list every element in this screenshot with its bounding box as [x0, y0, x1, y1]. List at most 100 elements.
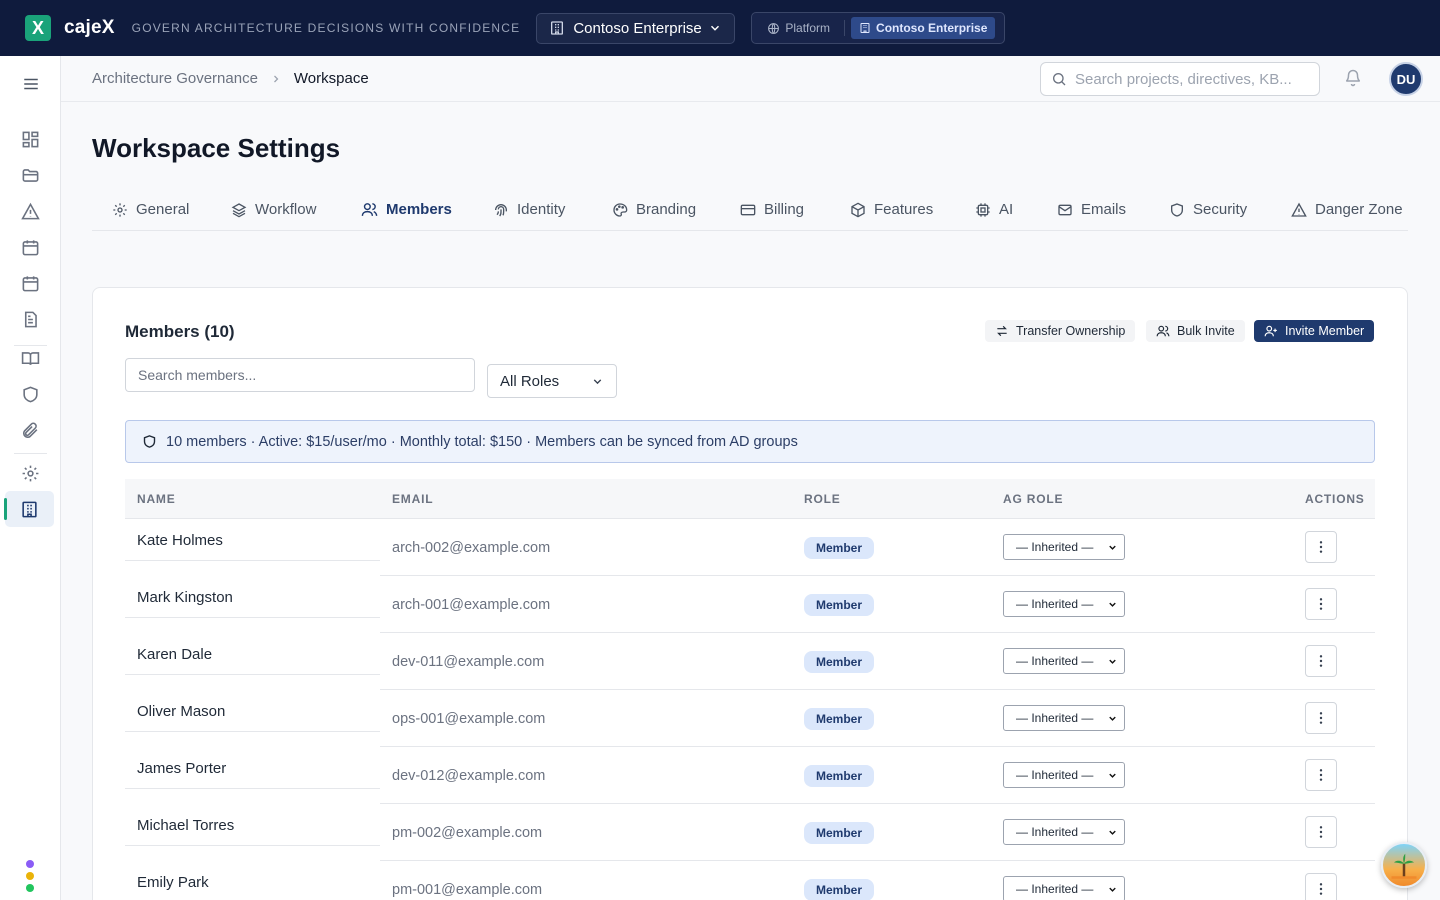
chip-icon: [976, 202, 990, 217]
member-name[interactable]: Karen Dale: [137, 646, 212, 663]
tab-label: Identity: [517, 201, 566, 218]
app-logo[interactable]: X: [25, 15, 51, 41]
paperclip-icon[interactable]: [0, 412, 61, 448]
chevron-down-icon: [1109, 659, 1116, 664]
members-table-header: NAME EMAIL ROLE AG ROLE ACTIONS: [125, 479, 1375, 519]
invite-member-button[interactable]: Invite Member: [1254, 320, 1375, 342]
building-icon: [860, 23, 870, 33]
bell-icon[interactable]: [1344, 69, 1362, 87]
row-actions-button[interactable]: [1305, 645, 1337, 677]
member-name[interactable]: Kate Holmes: [137, 532, 223, 549]
ag-role-select[interactable]: — Inherited —: [1003, 762, 1125, 788]
tab-label: Billing: [764, 201, 805, 218]
row-actions-button[interactable]: [1305, 531, 1337, 563]
context-org[interactable]: Contoso Enterprise: [851, 17, 996, 39]
alert-triangle-icon[interactable]: [0, 193, 61, 229]
warning-icon: [1291, 202, 1307, 217]
ag-role-value: — Inherited —: [1016, 597, 1094, 611]
name-cell: Karen Dale: [125, 633, 380, 675]
chevron-down-icon: [1109, 716, 1116, 721]
member-name[interactable]: Emily Park: [137, 874, 209, 891]
shield-icon: [143, 435, 156, 448]
row-actions-button[interactable]: [1305, 759, 1337, 791]
ag-role-select[interactable]: — Inherited —: [1003, 648, 1125, 674]
row-actions-button[interactable]: [1305, 588, 1337, 620]
member-search-input[interactable]: Search members...: [125, 358, 475, 392]
tab-ai[interactable]: AI: [975, 189, 1013, 230]
row-actions-button[interactable]: [1305, 702, 1337, 734]
tab-members[interactable]: Members: [361, 189, 452, 230]
tab-danger-zone[interactable]: Danger Zone: [1291, 189, 1403, 230]
ag-role-select[interactable]: — Inherited —: [1003, 876, 1125, 900]
breadcrumb-parent[interactable]: Architecture Governance: [92, 70, 258, 87]
book-icon[interactable]: [0, 340, 61, 376]
row-actions-button[interactable]: [1305, 816, 1337, 848]
member-email: pm-002@example.com: [392, 825, 543, 841]
billing-info-banner: 10 members · Active: $15/user/mo · Month…: [125, 420, 1375, 463]
member-name[interactable]: Oliver Mason: [137, 703, 225, 720]
member-name[interactable]: James Porter: [137, 760, 226, 777]
global-search-input[interactable]: Search projects, directives, KB...: [1040, 62, 1320, 96]
tab-label: AI: [999, 201, 1014, 218]
avatar[interactable]: DU: [1389, 62, 1423, 96]
col-ag-role[interactable]: AG ROLE: [1003, 492, 1063, 506]
col-role[interactable]: ROLE: [804, 492, 841, 506]
more-vertical-icon: [1319, 598, 1323, 610]
user-plus-icon: [1264, 325, 1277, 337]
transfer-ownership-button[interactable]: Transfer Ownership: [985, 320, 1136, 342]
ag-role-select[interactable]: — Inherited —: [1003, 591, 1125, 617]
layers-icon: [231, 202, 247, 217]
role-filter-value: All Roles: [500, 372, 560, 390]
role-badge: Member: [804, 822, 875, 844]
role-badge: Member: [804, 879, 875, 900]
col-email[interactable]: EMAIL: [392, 492, 433, 506]
tab-features[interactable]: Features: [850, 189, 933, 230]
ag-role-select[interactable]: — Inherited —: [1003, 705, 1125, 731]
tab-general[interactable]: General: [112, 189, 189, 230]
assistant-avatar-button[interactable]: [1381, 842, 1427, 888]
gear-icon[interactable]: [0, 455, 61, 491]
tab-workflow[interactable]: Workflow: [231, 189, 316, 230]
more-vertical-icon: [1319, 826, 1323, 838]
chevron-down-icon: [1109, 545, 1116, 550]
document-icon[interactable]: [0, 301, 61, 337]
calendar-grid-icon[interactable]: [0, 265, 61, 301]
context-platform[interactable]: Platform: [767, 21, 830, 35]
ag-role-value: — Inherited —: [1016, 654, 1094, 668]
tab-emails[interactable]: Emails: [1057, 189, 1126, 230]
shield-icon[interactable]: [0, 376, 61, 412]
tab-security[interactable]: Security: [1169, 189, 1247, 230]
menu-icon[interactable]: [0, 66, 61, 102]
globe-icon: [768, 22, 780, 34]
chevron-down-icon: [1109, 602, 1116, 607]
building-icon[interactable]: [4, 491, 54, 527]
top-bar: X cajeX GOVERN ARCHITECTURE DECISIONS WI…: [0, 0, 1440, 56]
member-email: pm-001@example.com: [392, 882, 543, 898]
calendar-icon[interactable]: [0, 229, 61, 265]
member-name[interactable]: Mark Kingston: [137, 589, 233, 606]
more-vertical-icon: [1319, 712, 1323, 724]
context-org-label: Contoso Enterprise: [876, 21, 988, 35]
more-vertical-icon: [1319, 541, 1323, 553]
tab-branding[interactable]: Branding: [612, 189, 696, 230]
col-name[interactable]: NAME: [137, 492, 176, 506]
tab-label: General: [136, 201, 190, 218]
palm-tree-icon: [1391, 853, 1417, 879]
ag-role-select[interactable]: — Inherited —: [1003, 819, 1125, 845]
role-filter-select[interactable]: All Roles: [487, 364, 617, 398]
member-name[interactable]: Michael Torres: [137, 817, 234, 834]
org-selector[interactable]: Contoso Enterprise: [536, 12, 736, 44]
chevron-down-icon: [593, 378, 602, 384]
ag-role-value: — Inherited —: [1016, 825, 1094, 839]
tab-identity[interactable]: Identity: [493, 189, 565, 230]
dashboard-icon[interactable]: [0, 121, 61, 157]
users-icon: [361, 203, 378, 216]
row-actions-button[interactable]: [1305, 873, 1337, 900]
tab-billing[interactable]: Billing: [740, 189, 804, 230]
member-email: dev-012@example.com: [392, 768, 546, 784]
bulk-invite-label: Bulk Invite: [1177, 324, 1235, 338]
ag-role-select[interactable]: — Inherited —: [1003, 534, 1125, 560]
bulk-invite-button[interactable]: Bulk Invite: [1146, 320, 1245, 342]
folder-icon[interactable]: [0, 157, 61, 193]
table-row: Oliver Mason ops-001@example.com Member — I…: [125, 690, 1375, 747]
